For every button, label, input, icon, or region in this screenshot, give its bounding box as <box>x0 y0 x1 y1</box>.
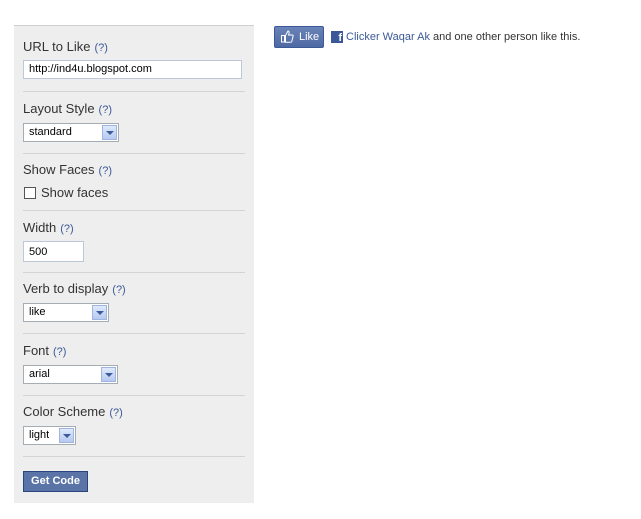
width-input[interactable] <box>23 241 84 262</box>
show-faces-checkbox-label[interactable]: Show faces <box>41 185 108 200</box>
url-help-link[interactable]: (?) <box>94 42 107 54</box>
layout-help-link[interactable]: (?) <box>99 104 112 116</box>
url-section: URL to Like (?) <box>23 38 246 56</box>
divider <box>23 153 245 154</box>
layout-select[interactable]: standard <box>23 123 119 142</box>
faces-help-link[interactable]: (?) <box>99 165 112 177</box>
color-select[interactable]: light <box>23 426 76 445</box>
thumbs-up-icon <box>281 30 294 43</box>
like-button[interactable]: Like <box>274 26 324 48</box>
width-label: Width <box>23 220 57 235</box>
divider <box>23 210 245 211</box>
width-help-link[interactable]: (?) <box>60 223 73 235</box>
like-social-text: Clicker Waqar Ak and one other person li… <box>346 31 580 43</box>
font-select[interactable]: arial <box>23 365 118 384</box>
font-label: Font <box>23 343 50 358</box>
show-faces-checkbox[interactable] <box>24 187 36 199</box>
color-section: Color Scheme (?) <box>23 403 246 421</box>
verb-selected: like <box>29 306 46 318</box>
faces-label: Show Faces <box>23 162 95 177</box>
font-selected: arial <box>29 368 50 380</box>
verb-help-link[interactable]: (?) <box>112 284 125 296</box>
width-section: Width (?) <box>23 219 246 237</box>
layout-selected: standard <box>29 126 72 138</box>
chevron-down-icon[interactable] <box>101 367 116 382</box>
color-help-link[interactable]: (?) <box>109 407 122 419</box>
font-section: Font (?) <box>23 342 246 360</box>
facebook-icon: f <box>331 31 343 44</box>
url-input[interactable] <box>23 60 242 79</box>
verb-label: Verb to display <box>23 281 109 296</box>
divider <box>23 333 245 334</box>
like-button-label: Like <box>299 31 320 43</box>
chevron-down-icon[interactable] <box>92 305 107 320</box>
like-social-suffix: and one other person like this. <box>429 31 581 43</box>
verb-select[interactable]: like <box>23 303 109 322</box>
settings-panel: URL to Like(?) Layout Style(?) standard … <box>14 25 254 503</box>
font-help-link[interactable]: (?) <box>53 346 66 358</box>
color-label: Color Scheme <box>23 404 106 419</box>
layout-section: Layout Style (?) <box>23 100 246 118</box>
url-label: URL to Like <box>23 39 91 54</box>
user-name-link[interactable]: Clicker Waqar Ak <box>346 31 430 43</box>
verb-section: Verb to display (?) <box>23 280 246 298</box>
faces-section: Show Faces (?) <box>23 161 246 179</box>
get-code-button[interactable]: Get Code <box>23 471 88 492</box>
chevron-down-icon[interactable] <box>102 125 117 140</box>
chevron-down-icon[interactable] <box>59 428 74 443</box>
color-selected: light <box>29 429 50 441</box>
divider <box>23 456 245 457</box>
divider <box>23 91 245 92</box>
divider <box>23 395 245 396</box>
layout-label: Layout Style <box>23 101 95 116</box>
divider <box>23 272 245 273</box>
